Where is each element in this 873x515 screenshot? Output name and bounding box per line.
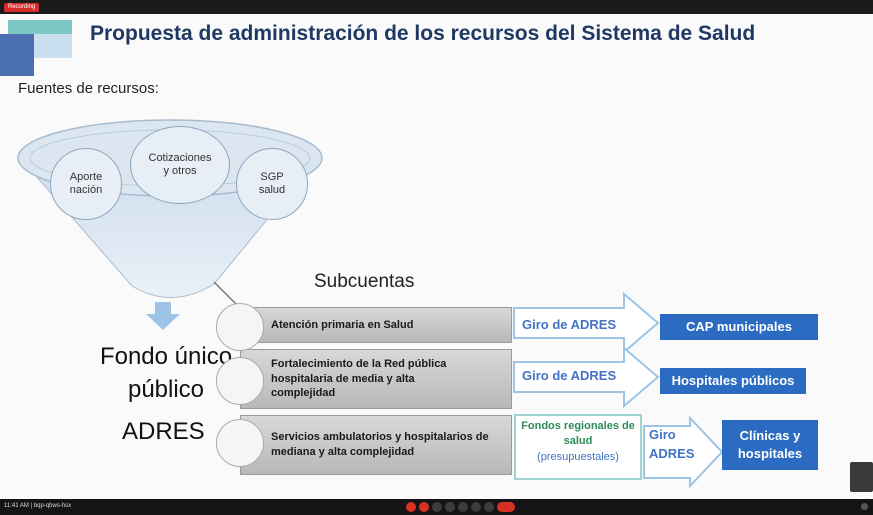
top-bar: Recording: [0, 0, 873, 14]
call-controls: [406, 502, 515, 512]
recording-badge: Recording: [4, 3, 40, 12]
subcuenta-label: Servicios ambulatorios y hospitalarios d…: [271, 431, 489, 458]
camera-icon[interactable]: [432, 502, 442, 512]
fondos-regionales-label: Fondos regionales de salud: [521, 420, 635, 448]
source-cotizaciones: Cotizaciones y otros: [130, 126, 230, 204]
adres-label: ADRES: [122, 418, 205, 445]
presentation-slide: Propuesta de administración de los recur…: [0, 14, 873, 499]
captions-icon[interactable]: [445, 502, 455, 512]
meeting-info: 11:41 AM | bqp-qbws-hsx: [4, 503, 72, 509]
source-label: Aporte nación: [69, 170, 103, 196]
source-aporte-nacion: Aporte nación: [50, 148, 122, 220]
down-arrow-icon: [146, 302, 180, 330]
subcuenta-fortalecimiento: Fortalecimiento de la Red pública hospit…: [240, 349, 512, 409]
mic-icon[interactable]: [419, 502, 429, 512]
fondos-regionales-box: Fondos regionales de salud (presupuestal…: [514, 414, 642, 480]
destination-label: Hospitales públicos: [671, 373, 795, 389]
source-sgp-salud: SGP salud: [236, 148, 308, 220]
destination-label: CAP municipales: [686, 319, 792, 335]
subcuenta-label: Fortalecimiento de la Red pública hospit…: [271, 357, 447, 400]
giro-adres-label: Giro de ADRES: [522, 368, 617, 383]
giro-adres-label: Giro de ADRES: [522, 317, 617, 332]
giro-adres-label: Giro ADRES: [649, 427, 695, 461]
info-icon[interactable]: [861, 503, 868, 510]
subcuentas-title: Subcuentas: [314, 271, 415, 292]
present-icon[interactable]: [458, 502, 468, 512]
destination-label: Clínicas y hospitales: [737, 428, 803, 461]
more-icon[interactable]: [484, 502, 494, 512]
destination-cap-municipales: CAP municipales: [660, 314, 818, 340]
subcuenta-label: Atención primaria en Salud: [271, 318, 414, 331]
subcuenta-bubble: [216, 419, 264, 467]
subcuenta-bubble: [216, 357, 264, 405]
source-label: Cotizaciones y otros: [148, 151, 212, 177]
destination-clinicas-hospitales: Clínicas y hospitales: [722, 420, 818, 470]
subcuenta-servicios: Servicios ambulatorios y hospitalarios d…: [240, 415, 512, 475]
subcuenta-bubble: [216, 303, 264, 351]
end-call-icon[interactable]: [497, 502, 515, 512]
reactions-icon[interactable]: [471, 502, 481, 512]
destination-hospitales-publicos: Hospitales públicos: [660, 368, 806, 394]
subcuenta-atencion-primaria: Atención primaria en Salud: [240, 307, 512, 343]
source-label: SGP salud: [258, 170, 286, 196]
fondos-regionales-sub: (presupuestales): [537, 450, 619, 463]
participant-thumbnail[interactable]: [850, 462, 873, 492]
meeting-controls-bar: 11:41 AM | bqp-qbws-hsx: [0, 499, 873, 515]
recording-icon[interactable]: [406, 502, 416, 512]
